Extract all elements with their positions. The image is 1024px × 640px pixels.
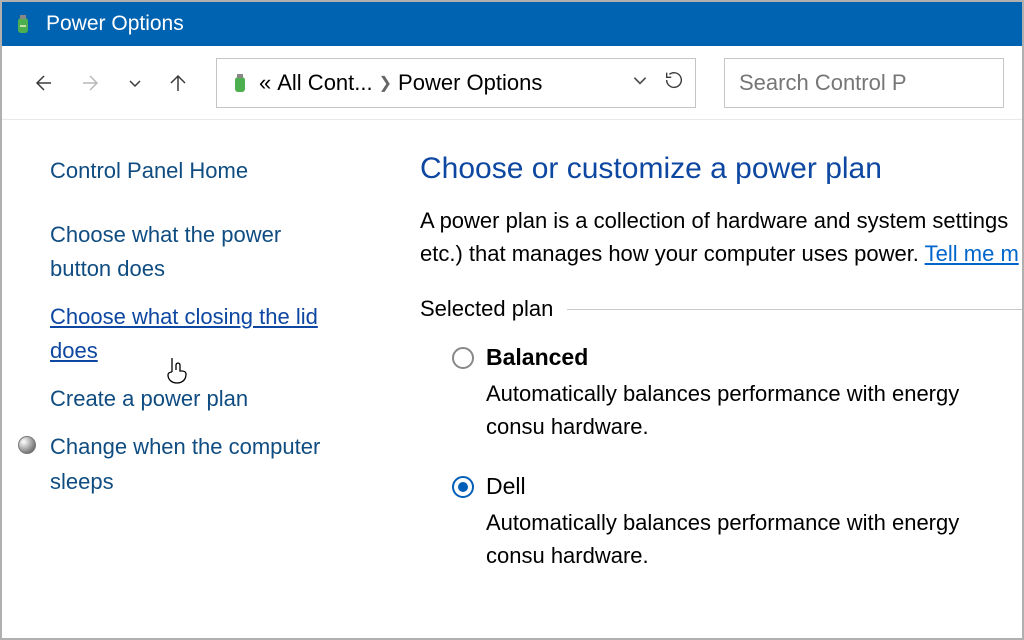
window-title: Power Options	[46, 12, 184, 36]
plan-dell: Dell Automatically balances performance …	[420, 473, 1022, 572]
plan-name: Dell	[486, 473, 526, 500]
plan-balanced: Balanced Automatically balances performa…	[420, 344, 1022, 443]
sidebar-item-create-plan[interactable]: Create a power plan	[50, 382, 342, 416]
sidebar-item-label: Change when the computer sleeps	[50, 434, 320, 493]
chevron-right-icon: ❯	[379, 73, 392, 93]
moon-icon	[18, 436, 36, 454]
toolbar: « All Cont... ❯ Power Options Search Con…	[2, 46, 1022, 120]
plan-description: Automatically balances performance with …	[452, 506, 1022, 572]
search-input[interactable]: Search Control P	[724, 58, 1004, 108]
search-placeholder: Search Control P	[739, 70, 907, 96]
refresh-button[interactable]	[663, 69, 685, 97]
power-options-icon	[227, 70, 253, 96]
back-button[interactable]	[20, 61, 64, 105]
recent-dropdown[interactable]	[120, 61, 150, 105]
address-bar[interactable]: « All Cont... ❯ Power Options	[216, 58, 696, 108]
radio-balanced[interactable]	[452, 347, 474, 369]
chevron-down-icon[interactable]	[631, 71, 649, 95]
content-area: Control Panel Home Choose what the power…	[2, 120, 1022, 638]
main-panel: Choose or customize a power plan A power…	[362, 120, 1022, 638]
sidebar-item-power-button[interactable]: Choose what the power button does	[50, 218, 342, 286]
tell-me-more-link[interactable]: Tell me m	[925, 241, 1019, 266]
sidebar-item-computer-sleeps[interactable]: Change when the computer sleeps	[50, 430, 342, 498]
plan-name: Balanced	[486, 344, 588, 371]
control-panel-home-link[interactable]: Control Panel Home	[50, 158, 342, 184]
up-button[interactable]	[156, 61, 200, 105]
plan-description: Automatically balances performance with …	[452, 377, 1022, 443]
selected-plan-label: Selected plan	[420, 296, 1022, 322]
sidebar-item-closing-lid[interactable]: Choose what closing the lid does	[50, 300, 342, 368]
forward-button[interactable]	[70, 61, 114, 105]
power-options-icon	[10, 11, 36, 37]
page-heading: Choose or customize a power plan	[420, 152, 1022, 186]
breadcrumb-prefix: «	[259, 70, 271, 96]
breadcrumb-item[interactable]: All Cont...	[277, 70, 372, 96]
breadcrumb-item[interactable]: Power Options	[398, 70, 542, 96]
sidebar: Control Panel Home Choose what the power…	[2, 120, 362, 638]
titlebar: Power Options	[2, 2, 1022, 46]
radio-dell[interactable]	[452, 476, 474, 498]
page-description: A power plan is a collection of hardware…	[420, 204, 1022, 270]
